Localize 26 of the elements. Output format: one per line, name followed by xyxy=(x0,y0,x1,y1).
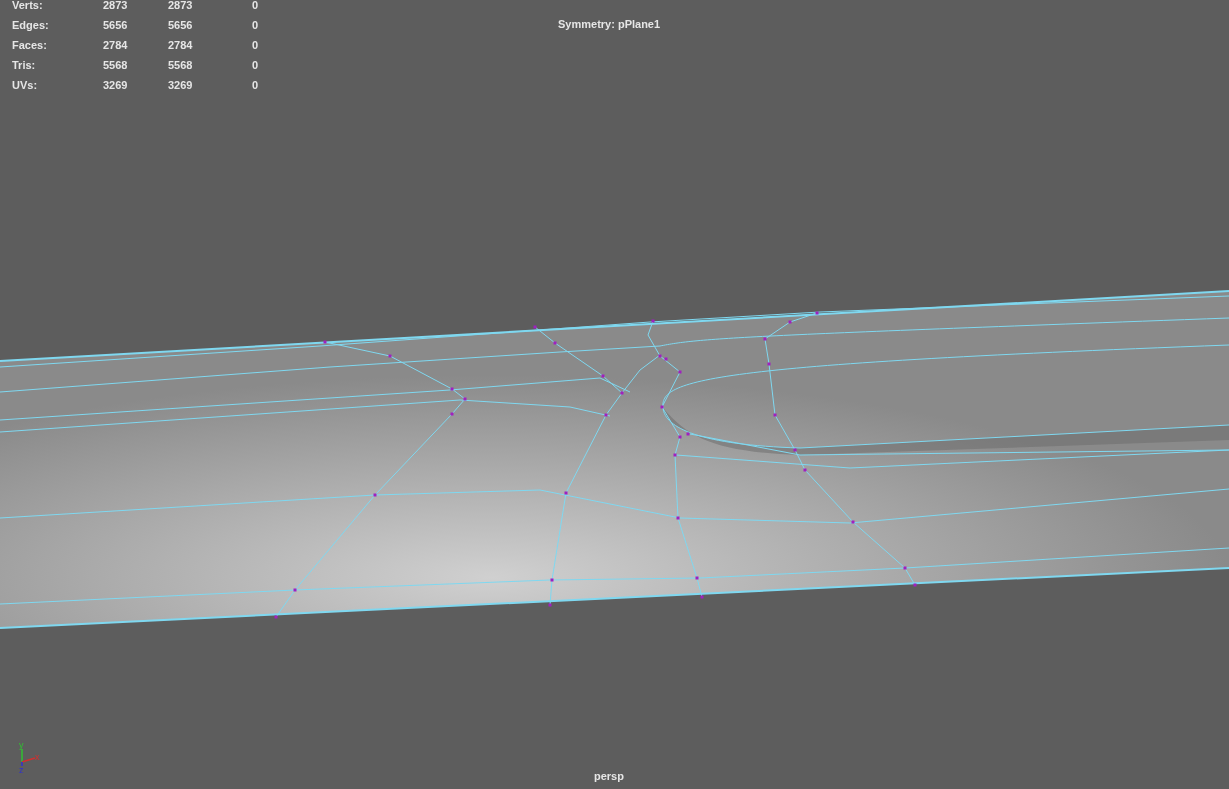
stat-label: Verts: xyxy=(12,0,44,12)
stat-value: 5656 xyxy=(168,18,194,32)
stat-value: 3269 xyxy=(103,78,129,92)
stat-label: Faces: xyxy=(12,38,48,52)
stat-value: 2784 xyxy=(168,38,194,52)
axis-gizmo-icon xyxy=(21,748,36,767)
stat-value: 5568 xyxy=(103,58,129,72)
stat-value: 5656 xyxy=(103,18,129,32)
symmetry-label: Symmetry: pPlane1 xyxy=(558,18,661,30)
axis-label: y xyxy=(19,740,24,750)
stat-value: 0 xyxy=(252,58,259,72)
stat-label: Edges: xyxy=(12,18,50,32)
stat-value: 2873 xyxy=(103,0,129,12)
stat-label: UVs: xyxy=(12,78,39,92)
stat-value: 2873 xyxy=(168,0,194,12)
stat-value: 3269 xyxy=(168,78,194,92)
stat-label: Tris: xyxy=(12,58,37,72)
stat-value: 0 xyxy=(252,18,259,32)
camera-label: persp xyxy=(594,770,624,782)
stat-value: 5568 xyxy=(168,58,194,72)
stat-value: 0 xyxy=(252,78,259,92)
stat-value: 0 xyxy=(252,38,259,52)
axis-label: x xyxy=(35,752,40,762)
stat-value: 2784 xyxy=(103,38,129,52)
stat-value: 0 xyxy=(252,0,259,12)
axis-label: z xyxy=(19,765,24,774)
